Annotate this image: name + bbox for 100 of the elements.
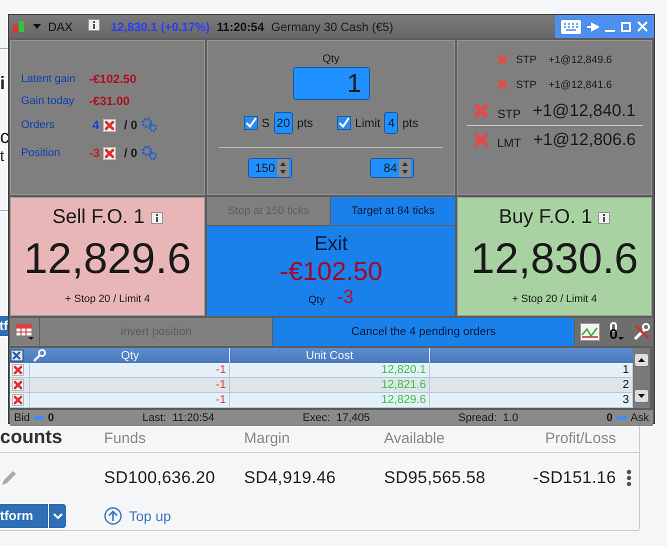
column-header: Funds bbox=[104, 430, 147, 446]
table-cell: -1 bbox=[30, 393, 230, 408]
scroll-down-icon[interactable] bbox=[635, 390, 648, 402]
order-price: +1@12,840.1 bbox=[532, 101, 636, 121]
stat-value: / 0 bbox=[124, 118, 138, 132]
price: 12,830.6 bbox=[470, 235, 638, 284]
stat-label: Orders bbox=[21, 119, 56, 131]
qty-label: Qty bbox=[322, 53, 340, 65]
table-cell: 3 bbox=[430, 393, 633, 408]
ask-size: 0 bbox=[606, 412, 613, 424]
column-header: Available bbox=[384, 430, 446, 446]
keyboard-icon[interactable] bbox=[561, 20, 581, 34]
table-cell: -1 bbox=[30, 363, 230, 378]
stat-label: Latent gain bbox=[21, 73, 76, 85]
ask-bar-icon bbox=[616, 416, 627, 420]
table-cell: 12,829.6 bbox=[230, 393, 430, 408]
order-price: +1@12,849.6 bbox=[548, 54, 612, 66]
side-note: + Stop 20 / Limit 4 bbox=[512, 293, 597, 305]
order-type: STP bbox=[497, 107, 521, 121]
spinner-arrows-icon[interactable] bbox=[277, 159, 289, 177]
column-chooser-icon[interactable] bbox=[10, 349, 26, 362]
stat-label: Gain today bbox=[21, 95, 76, 107]
info-icon[interactable] bbox=[150, 212, 163, 224]
scroll-up-icon[interactable] bbox=[635, 354, 648, 366]
column-header[interactable]: Unit Cost bbox=[306, 350, 354, 362]
quote-time: 11:20:54 bbox=[216, 20, 264, 34]
side-title: Buy F.O. 1 bbox=[498, 206, 592, 229]
top-up-link[interactable]: Top up bbox=[129, 508, 172, 524]
column-header[interactable]: Qty bbox=[121, 350, 139, 362]
delete-icon[interactable] bbox=[12, 364, 24, 376]
delete-icon[interactable] bbox=[103, 146, 116, 160]
tools-icon[interactable] bbox=[632, 322, 652, 342]
bid-size: 0 bbox=[48, 412, 54, 424]
ticks-stepper[interactable]: 150 bbox=[248, 158, 292, 178]
stat-label: Position bbox=[21, 147, 62, 159]
table-cell: 12,820.1 bbox=[230, 363, 430, 378]
checkbox-label: Limit bbox=[355, 116, 380, 130]
column-header: Margin bbox=[244, 430, 291, 446]
link-icon[interactable] bbox=[608, 322, 624, 342]
order-price: +1@12,806.6 bbox=[533, 130, 636, 150]
maximize-icon[interactable] bbox=[621, 22, 631, 32]
candlestick-icon[interactable] bbox=[12, 20, 26, 34]
stat-value: / 0 bbox=[124, 146, 138, 160]
table-cell: 2 bbox=[430, 378, 633, 393]
table-cell: 1 bbox=[430, 363, 633, 378]
stat-value: -€102.50 bbox=[89, 72, 136, 86]
column-header: Profit/Loss bbox=[544, 430, 616, 446]
chevron-down-icon[interactable] bbox=[52, 512, 62, 520]
target-button[interactable]: Target at 84 ticks bbox=[331, 197, 455, 225]
table-cell: -1 bbox=[30, 378, 230, 393]
instrument-name: Germany 30 Cash (€5) bbox=[271, 20, 394, 34]
ask-label: Ask bbox=[630, 412, 649, 424]
order-type: STP bbox=[516, 54, 536, 66]
account-value: SD4,919.46 bbox=[244, 468, 337, 488]
upload-icon[interactable] bbox=[104, 507, 122, 525]
checkbox-label: S bbox=[262, 116, 270, 130]
spread-value: Spread: 1.0 bbox=[458, 412, 518, 424]
stat-value: -€31.00 bbox=[89, 94, 130, 108]
points-field[interactable]: 4 bbox=[384, 112, 398, 134]
delete-icon[interactable] bbox=[12, 379, 24, 391]
price: 12,829.6 bbox=[24, 235, 192, 284]
page-text: i bbox=[0, 73, 6, 94]
spinner-arrows-icon[interactable] bbox=[399, 159, 411, 177]
side-title: Sell F.O. 1 bbox=[52, 206, 145, 229]
points-field[interactable]: 20 bbox=[274, 112, 293, 134]
instrument-symbol[interactable]: DAX bbox=[48, 20, 73, 34]
checkbox[interactable] bbox=[244, 116, 258, 130]
caret-icon[interactable] bbox=[33, 24, 41, 29]
account-value: SD100,636.20 bbox=[104, 468, 216, 488]
grid-menu-icon[interactable] bbox=[14, 323, 34, 341]
wrench-icon[interactable] bbox=[32, 349, 48, 362]
section-heading: counts bbox=[0, 427, 64, 449]
account-value: -SD151.16 bbox=[532, 468, 616, 488]
unit-label: pts bbox=[402, 116, 418, 130]
order-type: LMT bbox=[497, 136, 522, 150]
more-icon[interactable] bbox=[626, 469, 632, 487]
delete-icon[interactable] bbox=[103, 118, 116, 132]
qty-field[interactable]: 1 bbox=[292, 67, 370, 100]
table-cell: 12,821.6 bbox=[230, 378, 430, 393]
bid-bar-icon bbox=[34, 416, 44, 420]
account-value: SD95,565.58 bbox=[384, 468, 486, 488]
stat-value: -3 bbox=[89, 146, 99, 160]
info-icon[interactable] bbox=[598, 212, 610, 224]
delete-icon[interactable] bbox=[12, 394, 24, 406]
quote-price: 12,830.1 (+0.17%) bbox=[110, 20, 210, 34]
order-price: +1@12,841.6 bbox=[548, 78, 612, 90]
chart-icon[interactable] bbox=[580, 323, 600, 341]
stat-value: 4 bbox=[91, 118, 99, 132]
exit-button[interactable]: Exit -€102.50 Qty -3 bbox=[207, 226, 455, 316]
platform-button[interactable]: tform bbox=[0, 504, 48, 528]
unit-label: pts bbox=[297, 116, 314, 130]
pencil-icon[interactable] bbox=[0, 469, 18, 487]
checkbox[interactable] bbox=[337, 116, 352, 130]
last-time: Last: 11:20:54 bbox=[142, 412, 214, 424]
close-icon[interactable] bbox=[637, 21, 648, 32]
ticks-stepper[interactable]: 84 bbox=[370, 158, 414, 178]
info-icon[interactable] bbox=[88, 19, 100, 31]
bid-label: Bid bbox=[14, 412, 30, 424]
cancel-orders-button[interactable]: Cancel the 4 pending orders bbox=[273, 318, 574, 346]
order-type: STP bbox=[516, 78, 536, 90]
